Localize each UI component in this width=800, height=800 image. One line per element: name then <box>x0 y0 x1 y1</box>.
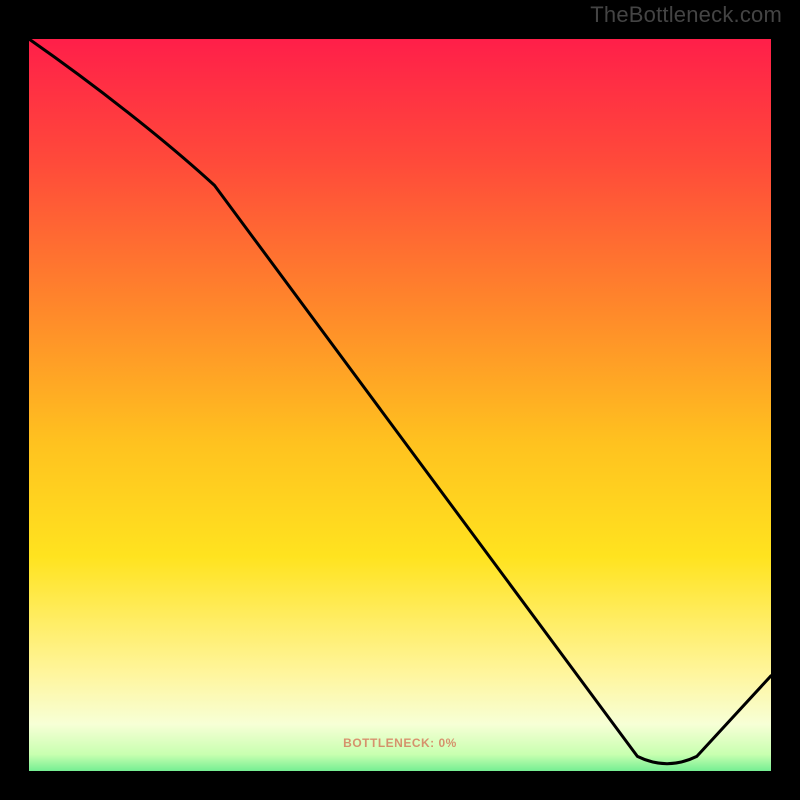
bottleneck-label: BOTTLENECK: 0% <box>15 736 785 750</box>
bottleneck-chart <box>15 25 785 785</box>
chart-frame: BOTTLENECK: 0% <box>15 25 785 785</box>
gradient-background <box>15 25 785 785</box>
